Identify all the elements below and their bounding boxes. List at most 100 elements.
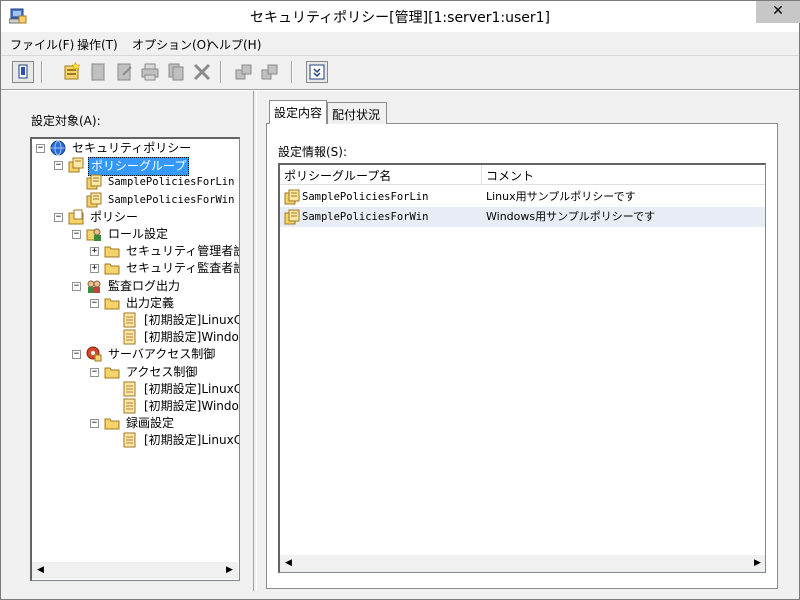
column-header-group-name[interactable]: ポリシーグループ名 <box>280 165 482 185</box>
tree-node-label: SamplePoliciesForWin <box>108 193 235 206</box>
group-name-cell: SamplePoliciesForWin <box>302 211 429 223</box>
settings-info-label: 設定情報(S): <box>278 145 348 159</box>
tree-node[interactable]: − 監査ログ出力 <box>32 278 239 295</box>
tree-node-label: [初期設定]LinuxC <box>144 313 240 327</box>
distribute-icon <box>235 64 252 80</box>
collapse-icon[interactable]: − <box>72 281 81 291</box>
window-title: セキュリティポリシー[管理][1:server1:user1] <box>249 10 551 26</box>
toolbar-separator <box>291 61 293 83</box>
collapse-icon[interactable]: − <box>90 419 99 429</box>
close-button[interactable]: ✕ <box>756 1 800 23</box>
policy-tree[interactable]: − セキュリティポリシー − ポリシーグループ SamplePoliciesForLin… <box>30 137 240 581</box>
new-policy-icon <box>64 61 81 80</box>
expand-icon[interactable]: + <box>90 264 99 274</box>
policy-icon <box>284 209 300 225</box>
tree-node-label: ロール設定 <box>108 227 169 241</box>
settings-target-label: 設定対象(A): <box>31 114 101 128</box>
tree-node[interactable]: SamplePoliciesForWin <box>32 192 239 209</box>
tree-node[interactable]: − ポリシー <box>32 209 239 226</box>
tree-node[interactable]: [初期設定]Window <box>32 398 240 415</box>
column-header-comment[interactable]: コメント <box>482 165 765 185</box>
collapse-icon[interactable]: − <box>54 212 63 222</box>
copy-icon <box>168 63 184 81</box>
collapse-icon[interactable]: − <box>90 367 99 377</box>
tree-node[interactable]: − セキュリティポリシー <box>32 140 239 157</box>
tree-node-label: サーバアクセス制御 <box>108 347 216 362</box>
tree-node[interactable]: [初期設定]LinuxC <box>32 312 240 329</box>
tree-node[interactable]: [初期設定]LinuxC <box>32 432 239 449</box>
edit-button[interactable] <box>113 61 135 83</box>
tree-node[interactable]: − サーバアクセス制御 <box>32 346 239 363</box>
tree-horizontal-scrollbar[interactable]: ◀ ▶ <box>32 562 238 579</box>
scroll-right-arrow[interactable]: ▶ <box>749 555 765 572</box>
document-icon <box>123 312 136 328</box>
tree-node[interactable]: + セキュリティ管理者設 <box>32 243 239 260</box>
audit-icon <box>87 280 101 293</box>
folder-icon <box>104 367 120 379</box>
role-icon <box>86 228 101 241</box>
dropdown-icon <box>309 64 325 80</box>
toolbar-separator <box>220 61 222 83</box>
menu-options[interactable]: オプション(O) <box>132 36 211 53</box>
menu-file[interactable]: ファイル(F) <box>10 36 74 53</box>
collapse-icon[interactable]: − <box>36 144 45 153</box>
view-toggle-button[interactable] <box>306 61 328 83</box>
policy-icon <box>284 189 300 205</box>
collapse-icon[interactable]: − <box>72 230 81 239</box>
tree-node[interactable]: − ロール設定 <box>32 226 239 243</box>
scroll-right-arrow[interactable]: ▶ <box>221 562 238 579</box>
tab-settings-content[interactable]: 設定内容 <box>269 100 327 124</box>
tree-node-label: 監査ログ出力 <box>108 278 181 293</box>
title-bar: セキュリティポリシー[管理][1:server1:user1] ✕ <box>1 1 800 32</box>
tree-node[interactable]: − アクセス制御 <box>32 364 239 381</box>
group-name-cell: SamplePoliciesForLin <box>302 191 429 203</box>
toolbar-separator <box>41 61 43 83</box>
collect-button[interactable] <box>259 61 281 83</box>
collapse-icon[interactable]: − <box>90 298 99 308</box>
tree-node-label: SamplePoliciesForLin <box>108 176 235 189</box>
tree-node[interactable]: − 出力定義 <box>32 295 239 312</box>
policy-group-list[interactable]: ポリシーグループ名 コメント SamplePoliciesForLin Linu… <box>278 163 766 573</box>
pane-splitter[interactable] <box>253 91 257 591</box>
open-button[interactable] <box>12 61 34 83</box>
delete-button[interactable] <box>191 61 213 83</box>
list-horizontal-scrollbar[interactable]: ◀ ▶ <box>280 555 765 572</box>
print-button[interactable] <box>139 61 161 83</box>
table-row[interactable]: SamplePoliciesForLin Linux用サンプルポリシーです <box>280 187 765 207</box>
tree-node-label: ポリシーグループ <box>88 157 190 177</box>
tree-node[interactable]: − ポリシーグループ <box>32 157 239 177</box>
collapse-icon[interactable]: − <box>54 161 63 171</box>
collapse-icon[interactable]: − <box>72 350 81 360</box>
menu-operation[interactable]: 操作(T) <box>77 36 118 53</box>
tree-node-label: [初期設定]Window <box>144 399 240 413</box>
tree-node[interactable]: − 録画設定 <box>32 415 239 432</box>
folder-icon <box>104 246 120 258</box>
document-icon <box>123 329 136 345</box>
scroll-left-arrow[interactable]: ◀ <box>280 555 297 572</box>
document-icon <box>123 398 136 414</box>
new-doc-icon <box>91 63 105 81</box>
tree-node[interactable]: [初期設定]Window <box>32 329 239 346</box>
folder-icon <box>104 263 120 275</box>
tree-node[interactable]: [初期設定]LinuxC <box>32 381 239 398</box>
expand-icon[interactable]: + <box>90 247 99 257</box>
distribute-button[interactable] <box>233 61 255 83</box>
table-row[interactable]: SamplePoliciesForWin Windows用サンプルポリシーです <box>280 207 765 227</box>
open-icon <box>18 64 28 79</box>
toolbar <box>1 55 799 87</box>
edit-icon <box>117 63 132 81</box>
tree-node[interactable]: + セキュリティ監査者設 <box>32 260 239 277</box>
new-doc-button[interactable] <box>87 61 109 83</box>
menu-help[interactable]: ヘルプ(H) <box>207 36 261 53</box>
new-policy-button[interactable] <box>61 61 83 83</box>
copy-button[interactable] <box>165 61 187 83</box>
tree-node[interactable]: SamplePoliciesForLin <box>32 174 239 191</box>
tab-distribution-status[interactable]: 配付状況 <box>327 102 387 124</box>
policy-folder-icon <box>68 209 84 225</box>
scroll-left-arrow[interactable]: ◀ <box>32 562 49 579</box>
document-icon <box>123 381 136 397</box>
policy-icon <box>86 174 102 190</box>
folder-icon <box>104 298 120 310</box>
toolbar-divider <box>1 89 799 91</box>
document-icon <box>123 432 136 448</box>
